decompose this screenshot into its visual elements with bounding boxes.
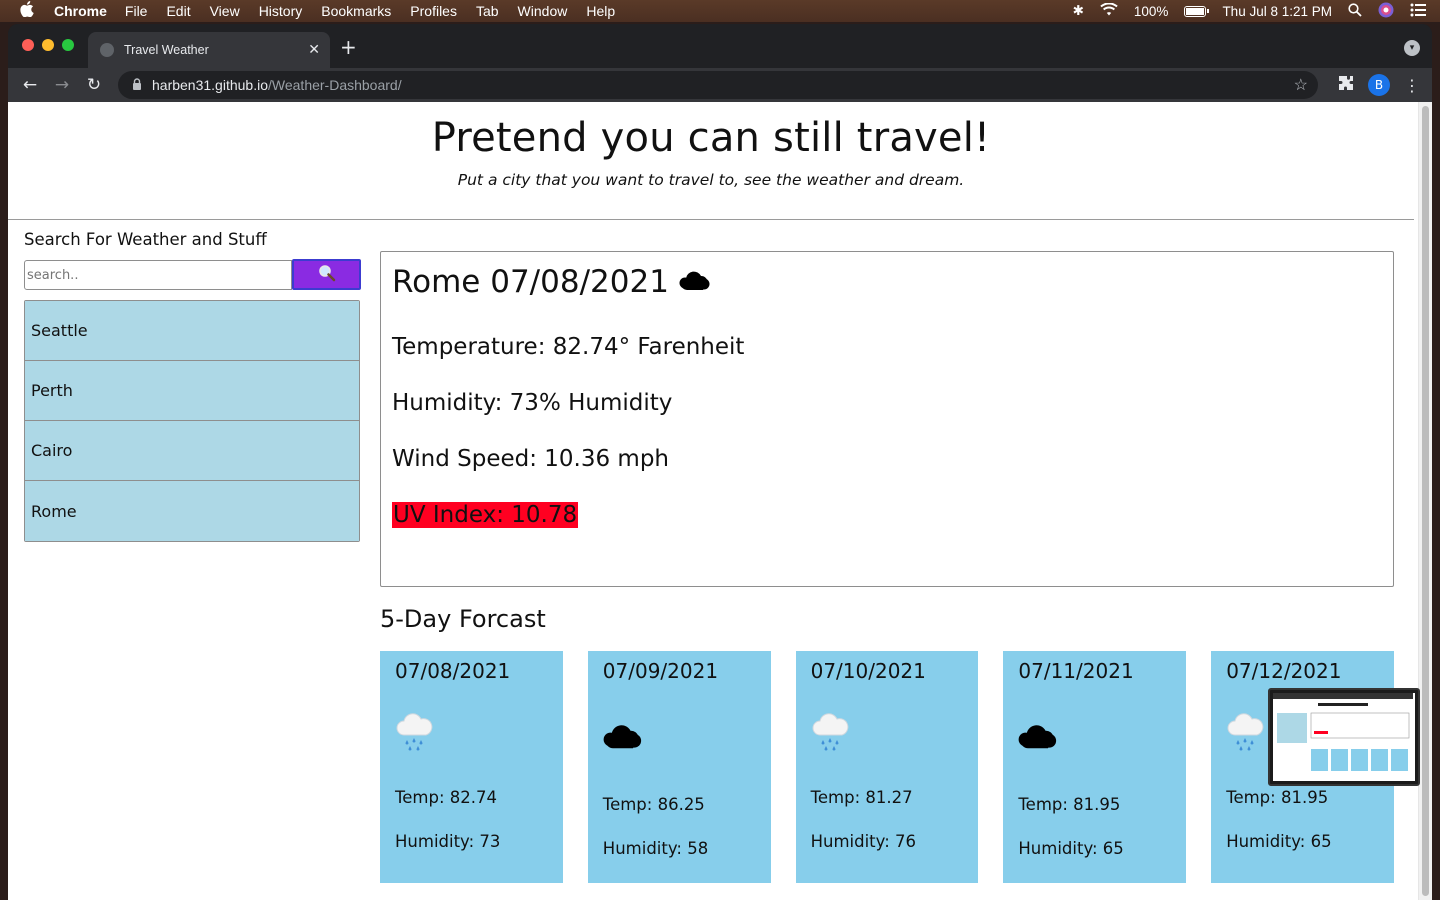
url-host: harben31.github.io bbox=[152, 77, 268, 93]
forecast-temp: Temp: 81.27 bbox=[810, 788, 913, 807]
reload-icon[interactable]: ↻ bbox=[78, 75, 110, 95]
tab-title: Travel Weather bbox=[124, 43, 209, 57]
cloud-icon bbox=[603, 723, 643, 755]
tab-strip: Travel Weather ✕ + ▾ bbox=[8, 24, 1432, 68]
city-history-item[interactable]: Rome bbox=[25, 481, 359, 541]
wifi-icon[interactable] bbox=[1100, 2, 1118, 19]
menu-window[interactable]: Window bbox=[518, 3, 568, 19]
forecast-card: 07/11/2021 Temp: 81.95 Humidity: 65 bbox=[1003, 651, 1187, 883]
browser-toolbar: ← → ↻ harben31.github.io/Weather-Dashboa… bbox=[8, 68, 1432, 102]
forecast-humidity: Humidity: 58 bbox=[602, 839, 709, 858]
forecast-humidity: Humidity: 65 bbox=[1018, 839, 1124, 858]
browser-menu-icon[interactable]: ⋮ bbox=[1404, 76, 1420, 95]
new-tab-button[interactable]: + bbox=[340, 35, 357, 59]
current-temperature: Temperature: 82.74° Farenheit bbox=[392, 334, 745, 360]
thumbnail-image bbox=[1273, 693, 1415, 781]
battery-percent: 100% bbox=[1133, 3, 1169, 19]
tab-travel-weather[interactable]: Travel Weather ✕ bbox=[88, 32, 330, 68]
current-weather-heading: Rome 07/08/2021 bbox=[392, 264, 1393, 300]
apple-icon[interactable] bbox=[20, 0, 36, 22]
current-weather-card: Rome 07/08/2021 Temperature: 82.74° Fare… bbox=[380, 251, 1394, 587]
uv-index-badge: UV Index: 10.78 bbox=[392, 502, 579, 528]
forecast-card: 07/10/2021 Temp: 81.27 Humidity: 76 bbox=[795, 651, 979, 883]
forecast-temp: Temp: 81.95 bbox=[1018, 795, 1121, 814]
menu-view[interactable]: View bbox=[210, 3, 240, 19]
window-controls bbox=[22, 39, 74, 51]
cloud-icon bbox=[1018, 723, 1058, 755]
screenshot-preview-thumbnail[interactable] bbox=[1268, 688, 1420, 786]
menu-help[interactable]: Help bbox=[586, 3, 615, 19]
search-sidebar: Search For Weather and Stuff Seattle Per… bbox=[24, 230, 362, 542]
lock-icon[interactable] bbox=[132, 77, 142, 93]
current-wind-speed: Wind Speed: 10.36 mph bbox=[392, 446, 670, 472]
search-heading: Search For Weather and Stuff bbox=[24, 230, 267, 249]
forecast-date: 07/09/2021 bbox=[602, 659, 719, 683]
menu-profiles[interactable]: Profiles bbox=[410, 3, 457, 19]
back-arrow-icon[interactable]: ← bbox=[14, 75, 46, 95]
forward-arrow-icon[interactable]: → bbox=[46, 75, 78, 95]
page-viewport: Pretend you can still travel! Put a city… bbox=[8, 102, 1432, 900]
menu-bookmarks[interactable]: Bookmarks bbox=[321, 3, 391, 19]
control-center-icon[interactable] bbox=[1410, 3, 1426, 20]
forecast-card: 07/08/2021 Temp: 82.74 Humidity: 73 bbox=[380, 651, 563, 883]
page-scrollbar[interactable] bbox=[1418, 102, 1432, 900]
rain-cloud-icon bbox=[1226, 713, 1266, 757]
city-history-item[interactable]: Seattle bbox=[25, 301, 359, 361]
menu-tab[interactable]: Tab bbox=[476, 3, 499, 19]
forecast-row: 07/08/2021 Temp: 82.74 Humidity: 73 07/0… bbox=[380, 651, 1394, 883]
menubar-clock[interactable]: Thu Jul 8 1:21 PM bbox=[1222, 4, 1332, 19]
menubar-status-area: ✱ 100% Thu Jul 8 1:21 PM bbox=[1073, 0, 1426, 22]
battery-icon[interactable] bbox=[1184, 5, 1210, 17]
scrollbar-thumb[interactable] bbox=[1422, 106, 1429, 896]
zoom-window-button[interactable] bbox=[62, 39, 74, 51]
city-history-item[interactable]: Perth bbox=[25, 361, 359, 421]
globe-icon bbox=[100, 43, 114, 57]
search-button[interactable] bbox=[292, 259, 361, 290]
rain-cloud-icon bbox=[395, 713, 435, 757]
url-path: /Weather-Dashboard/ bbox=[268, 77, 402, 93]
current-city-date: Rome 07/08/2021 bbox=[392, 264, 669, 300]
page-header: Pretend you can still travel! Put a city… bbox=[8, 102, 1414, 220]
bluetooth-icon[interactable]: ✱ bbox=[1073, 3, 1084, 19]
forecast-humidity: Humidity: 76 bbox=[810, 832, 917, 851]
menu-history[interactable]: History bbox=[259, 3, 303, 19]
forecast-date: 07/12/2021 bbox=[1226, 659, 1342, 683]
page-subtitle: Put a city that you want to travel to, s… bbox=[457, 171, 965, 189]
forecast-temp: Temp: 82.74 bbox=[395, 788, 498, 807]
forecast-date: 07/08/2021 bbox=[395, 659, 511, 683]
city-search-input[interactable] bbox=[24, 260, 292, 290]
menu-file[interactable]: File bbox=[125, 3, 148, 19]
browser-window: Travel Weather ✕ + ▾ ← → ↻ harben31.gith… bbox=[8, 24, 1432, 900]
extensions-puzzle-icon[interactable] bbox=[1338, 75, 1354, 95]
forecast-temp: Temp: 86.25 bbox=[602, 795, 705, 814]
siri-icon[interactable] bbox=[1378, 2, 1394, 21]
magnifier-icon bbox=[318, 264, 336, 286]
menu-edit[interactable]: Edit bbox=[166, 3, 190, 19]
minimize-window-button[interactable] bbox=[42, 39, 54, 51]
forecast-date: 07/10/2021 bbox=[810, 659, 926, 683]
bookmark-star-icon[interactable]: ☆ bbox=[1294, 75, 1308, 95]
rain-cloud-icon bbox=[811, 713, 851, 757]
tab-search-icon[interactable]: ▾ bbox=[1404, 40, 1420, 56]
city-history-item[interactable]: Cairo bbox=[25, 421, 359, 481]
spotlight-search-icon[interactable] bbox=[1348, 2, 1362, 20]
macos-menu-bar: Chrome File Edit View History Bookmarks … bbox=[0, 0, 1440, 22]
close-window-button[interactable] bbox=[22, 39, 34, 51]
close-tab-icon[interactable]: ✕ bbox=[308, 41, 320, 58]
forecast-humidity: Humidity: 73 bbox=[395, 832, 501, 851]
current-humidity: Humidity: 73% Humidity bbox=[392, 390, 673, 416]
forecast-date: 07/11/2021 bbox=[1018, 659, 1134, 683]
toolbar-actions: B ⋮ bbox=[1338, 74, 1420, 96]
app-menu-chrome[interactable]: Chrome bbox=[54, 3, 107, 19]
search-form bbox=[24, 259, 362, 291]
cloud-icon bbox=[679, 264, 711, 300]
forecast-heading: 5-Day Forcast bbox=[380, 605, 546, 633]
address-bar[interactable]: harben31.github.io/Weather-Dashboard/ ☆ bbox=[118, 71, 1318, 99]
profile-avatar[interactable]: B bbox=[1368, 74, 1390, 96]
page-title: Pretend you can still travel! bbox=[431, 115, 991, 161]
forecast-temp: Temp: 81.95 bbox=[1226, 788, 1329, 807]
forecast-card: 07/09/2021 Temp: 86.25 Humidity: 58 bbox=[587, 651, 771, 883]
search-history-list: Seattle Perth Cairo Rome bbox=[24, 300, 360, 542]
forecast-humidity: Humidity: 65 bbox=[1226, 832, 1332, 851]
